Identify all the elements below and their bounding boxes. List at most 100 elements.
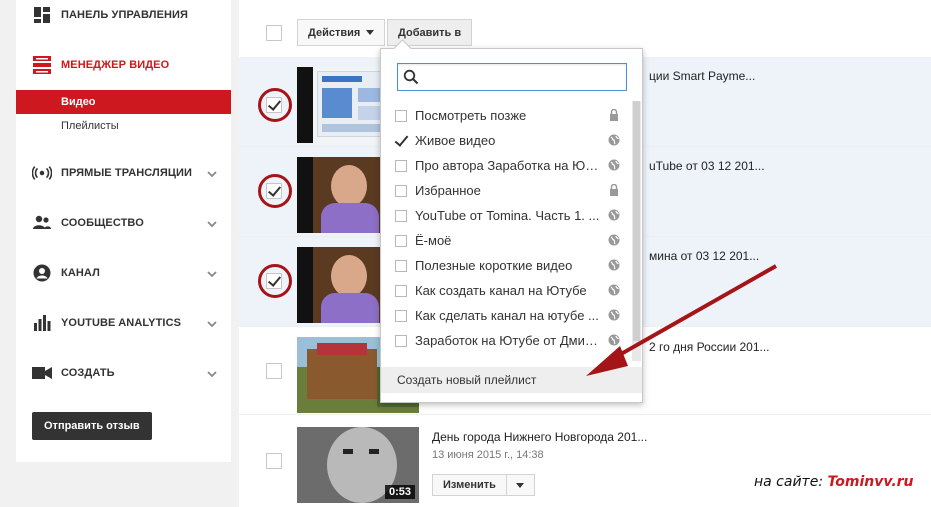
add-to-button-label: Добавить в [398,26,462,39]
video-thumbnail[interactable]: 0:53 [297,427,419,503]
nav-channel[interactable]: КАНАЛ [16,258,231,288]
playlist-label: Посмотреть позже [415,108,527,123]
playlist-item[interactable]: YouTube от Tomina. Часть 1. ... [395,203,620,228]
lock-icon [608,184,620,196]
playlist-search-input[interactable] [397,63,627,91]
annotation-arrow [586,264,777,376]
playlist-label: Ё-моё [415,233,452,248]
playlist-checkbox[interactable] [395,284,407,297]
nav-community[interactable]: СООБЩЕСТВО [16,208,231,238]
face [331,165,367,207]
nav-video-manager-label: МЕНЕДЖЕР ВИДЕО [61,59,170,71]
playlist-checkbox[interactable] [395,184,407,197]
sidebar: ПАНЕЛЬ УПРАВЛЕНИЯ МЕНЕДЖЕР ВИДЕО Видео П… [16,0,231,462]
chevron-down-icon [207,168,217,178]
nav-live[interactable]: ПРЯМЫЕ ТРАНСЛЯЦИИ [16,158,231,188]
lock-icon [608,109,620,121]
nav-live-label: ПРЯМЫЕ ТРАНСЛЯЦИИ [61,167,193,179]
globe-icon [608,209,620,221]
dropdown-caret-icon [366,30,375,35]
playlist-checkbox[interactable] [395,259,407,272]
nav-community-label: СООБЩЕСТВО [61,217,144,229]
roof [317,343,367,355]
edit-button-label: Изменить [443,479,496,491]
video-title[interactable]: мина от 03 12 201... [649,249,759,263]
row-checkbox[interactable] [266,97,282,113]
globe-icon [608,159,620,171]
nav-video-manager[interactable]: МЕНЕДЖЕР ВИДЕО [16,50,231,80]
nav-channel-label: КАНАЛ [61,267,100,279]
row-checkbox[interactable] [266,363,282,379]
playlist-label: Про автора Заработка на Ютуб... [415,158,600,173]
analytics-bars-icon [32,313,52,333]
playlist-label: Как сделать канал на ютубе ... [415,308,599,323]
nav-create[interactable]: СОЗДАТЬ [16,358,231,388]
community-icon [32,213,52,233]
table-row[interactable]: 0:53 День города Нижнего Новгорода 201..… [239,415,931,507]
playlist-checkbox[interactable] [395,234,407,247]
chevron-down-icon [207,218,217,228]
wooden-building [307,349,377,399]
nav-dashboard[interactable]: ПАНЕЛЬ УПРАВЛЕНИЯ [16,0,231,30]
row-checkbox[interactable] [266,273,282,289]
video-camera-icon [32,363,52,383]
channel-account-icon [32,263,52,283]
video-date: 13 июня 2015 г., 14:38 [432,449,544,461]
shirt [321,293,379,323]
select-all-checkbox[interactable] [266,25,282,41]
playlist-label: Живое видео [415,133,496,148]
actions-button[interactable]: Действия [297,19,386,46]
send-feedback-button[interactable]: Отправить отзыв [32,412,152,440]
playlist-label: Заработок на Ютубе от Дмит... [415,333,600,348]
globe-icon [608,134,620,146]
letterbox [297,157,313,233]
nav-sub-playlists[interactable]: Плейлисты [16,114,231,138]
actions-button-label: Действия [308,26,361,39]
video-title[interactable]: День города Нижнего Новгорода 201... [432,430,647,444]
playlist-item[interactable]: Избранное [395,178,620,203]
playlist-checkbox[interactable] [395,209,407,222]
nav-dashboard-label: ПАНЕЛЬ УПРАВЛЕНИЯ [61,9,189,21]
playlist-item[interactable]: Ё-моё [395,228,620,253]
playlist-checkbox[interactable] [395,135,407,147]
watermark-prefix: на сайте: [754,474,824,490]
row-checkbox[interactable] [266,183,282,199]
chevron-down-icon [207,368,217,378]
playlist-label: Полезные короткие видео [415,258,573,273]
playlist-item[interactable]: Посмотреть позже [395,103,620,128]
playlist-item[interactable]: Про автора Заработка на Ютуб... [395,153,620,178]
eye [343,449,353,454]
edit-button[interactable]: Изменить [432,474,535,496]
live-broadcast-icon [32,163,52,183]
watermark: на сайте: Tominvv.ru [754,474,914,490]
playlist-label: Как создать канал на Ютубе [415,283,587,298]
chevron-down-icon [207,318,217,328]
playlist-label: YouTube от Tomina. Часть 1. ... [415,208,600,223]
video-title[interactable]: uTube от 03 12 201... [649,159,765,173]
shirt [321,203,379,233]
playlist-checkbox[interactable] [395,159,407,172]
row-checkbox[interactable] [266,453,282,469]
letterbox [297,67,313,143]
face [331,255,367,297]
playlist-checkbox[interactable] [395,334,407,347]
search-icon [403,69,419,88]
eye [369,449,379,454]
dashboard-icon [32,5,52,25]
playlist-checkbox[interactable] [395,309,407,322]
video-manager-icon [32,55,52,75]
nav-sub-videos[interactable]: Видео [16,90,231,114]
video-duration: 0:53 [384,485,415,499]
playlist-item[interactable]: Живое видео [395,128,620,153]
dropdown-caret-icon[interactable] [505,475,534,495]
nav-create-label: СОЗДАТЬ [61,367,115,379]
globe-icon [608,234,620,246]
chevron-down-icon [207,268,217,278]
video-title[interactable]: ции Smart Payme... [649,69,755,83]
nav-analytics[interactable]: YOUTUBE ANALYTICS [16,308,231,338]
playlist-label: Избранное [415,183,481,198]
playlist-checkbox[interactable] [395,109,407,122]
letterbox [297,247,313,323]
watermark-site: Tominvv.ru [827,474,914,490]
nav-analytics-label: YOUTUBE ANALYTICS [61,317,182,329]
